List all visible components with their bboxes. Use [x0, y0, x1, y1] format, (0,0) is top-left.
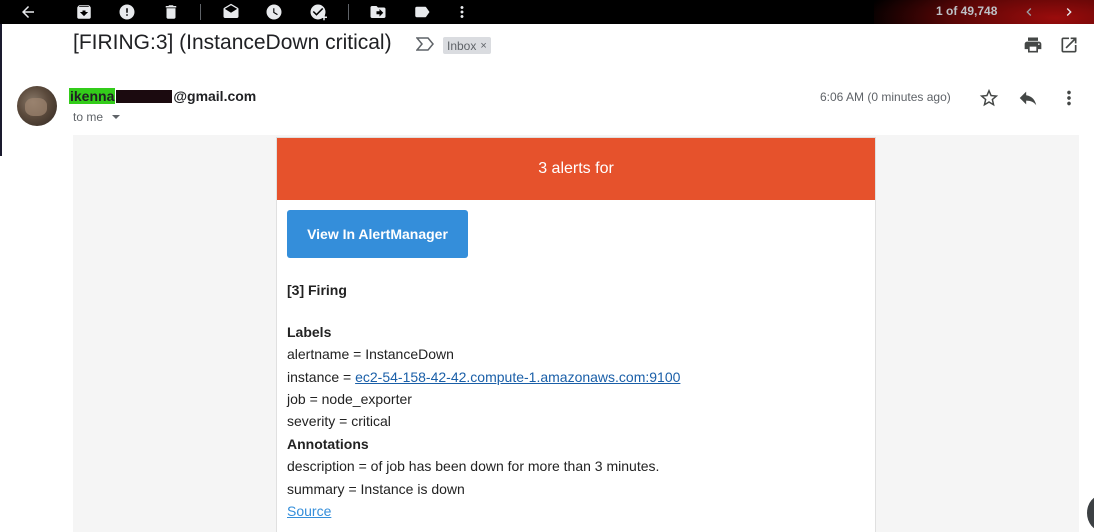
- print-icon[interactable]: [1023, 35, 1043, 55]
- annotations-heading: Annotations: [287, 436, 369, 452]
- chevron-down-icon: [112, 115, 121, 119]
- instance-link[interactable]: ec2-54-158-42-42.compute-1.amazonaws.com…: [355, 369, 680, 385]
- alert-header-text: 3 alerts for: [538, 160, 614, 177]
- sender-redaction: [116, 89, 173, 103]
- sender-avatar[interactable]: [17, 86, 57, 126]
- firing-title: [3] Firing: [287, 282, 347, 298]
- star-icon[interactable]: [978, 87, 1000, 109]
- message-timestamp: 6:06 AM (0 minutes ago): [820, 90, 951, 104]
- floating-action-button[interactable]: [1087, 495, 1094, 531]
- instance-prefix: instance =: [287, 369, 356, 385]
- recipient-text: to me: [73, 110, 104, 124]
- sender-domain: @gmail.com: [173, 88, 257, 104]
- move-to-icon[interactable]: [366, 0, 390, 24]
- newer-icon[interactable]: [1019, 2, 1039, 22]
- labels-heading: Labels: [287, 324, 332, 340]
- top-toolbar: 1 of 49,748: [0, 0, 1094, 24]
- open-in-new-window-icon[interactable]: [1059, 35, 1079, 55]
- more-vert-icon[interactable]: [1058, 87, 1080, 109]
- inbox-label-chip[interactable]: Inbox ×: [443, 37, 491, 54]
- more-vert-icon[interactable]: [450, 0, 474, 24]
- label-icon[interactable]: [410, 0, 434, 24]
- annotation-description: description = of job has been down for m…: [287, 458, 660, 474]
- label-job: job = node_exporter: [287, 391, 412, 407]
- remove-label-icon[interactable]: ×: [480, 40, 486, 52]
- alert-email-card: 3 alerts for View In AlertManager [3] Fi…: [276, 137, 876, 532]
- source-link[interactable]: Source: [287, 503, 331, 519]
- sender-address[interactable]: ikenna @gmail.com: [69, 88, 256, 104]
- archive-icon[interactable]: [72, 0, 96, 24]
- view-in-alertmanager-button[interactable]: View In AlertManager: [287, 210, 468, 258]
- add-to-tasks-icon[interactable]: [306, 0, 330, 24]
- label-instance: instance = ec2-54-158-42-42.compute-1.am…: [287, 369, 680, 385]
- mark-unread-icon[interactable]: [219, 0, 243, 24]
- back-arrow-icon[interactable]: [16, 0, 40, 24]
- toolbar-divider: [348, 4, 349, 20]
- sender-name-start: ikenna: [69, 88, 116, 104]
- snooze-icon[interactable]: [262, 0, 286, 24]
- label-severity: severity = critical: [287, 413, 391, 429]
- inbox-label-text: Inbox: [447, 38, 477, 53]
- delete-icon[interactable]: [159, 0, 183, 24]
- window-edge: [0, 24, 2, 156]
- recipient-details[interactable]: to me: [73, 110, 121, 124]
- report-spam-icon[interactable]: [115, 0, 139, 24]
- label-alertname: alertname = InstanceDown: [287, 346, 454, 362]
- source-link-row: Source: [287, 503, 331, 519]
- reply-icon[interactable]: [1017, 87, 1039, 109]
- page-count: 1 of 49,748: [936, 4, 998, 18]
- toolbar-divider: [200, 4, 201, 20]
- older-icon[interactable]: [1059, 2, 1079, 22]
- alert-header: 3 alerts for: [277, 138, 875, 200]
- annotation-summary: summary = Instance is down: [287, 481, 465, 497]
- email-subject: [FIRING:3] (InstanceDown critical): [73, 31, 392, 54]
- important-marker-icon[interactable]: [415, 36, 434, 52]
